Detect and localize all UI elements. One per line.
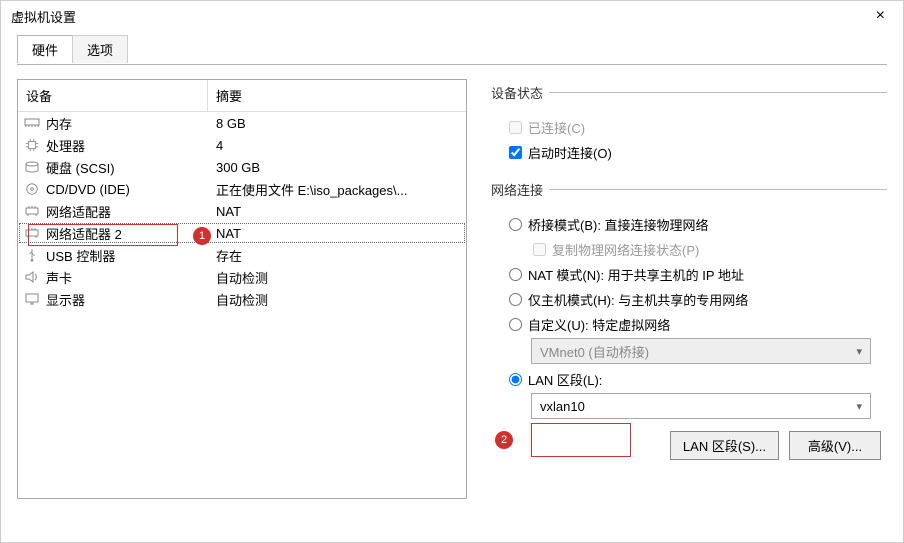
window-title: 虚拟机设置 <box>11 7 868 26</box>
chevron-down-icon: ▾ <box>856 400 862 413</box>
device-summary: NAT <box>208 204 466 219</box>
opt-bridged: 桥接模式(B): 直接连接物理网络 <box>509 215 887 234</box>
device-row[interactable]: 声卡 自动检测 <box>18 266 466 288</box>
device-summary: 自动检测 <box>208 290 466 309</box>
label-hostonly[interactable]: 仅主机模式(H): 与主机共享的专用网络 <box>528 290 748 309</box>
annotation-badge-1: 1 <box>193 227 211 245</box>
usb-icon <box>24 248 40 262</box>
opt-lansegment: LAN 区段(L): <box>509 370 887 389</box>
checkbox-replicate <box>533 243 546 256</box>
select-custom-vmnet: VMnet0 (自动桥接) ▾ <box>531 338 871 364</box>
cpu-icon <box>24 138 40 152</box>
col-header-device[interactable]: 设备 <box>18 80 208 111</box>
device-name: 处理器 <box>46 136 85 155</box>
label-connect-power-on[interactable]: 启动时连接(O) <box>528 143 612 162</box>
advanced-button[interactable]: 高级(V)... <box>789 431 881 460</box>
device-row[interactable]: 网络适配器 NAT <box>18 200 466 222</box>
memory-icon <box>24 116 40 130</box>
device-summary: 300 GB <box>208 160 466 175</box>
lan-segments-button[interactable]: LAN 区段(S)... <box>670 431 779 460</box>
sound-icon <box>24 270 40 284</box>
col-header-summary[interactable]: 摘要 <box>208 80 466 111</box>
device-table: 设备 摘要 内存 8 GB 处理器 4 硬盘 (SCSI) 300 GB CD/DVD (I… <box>17 79 467 499</box>
radio-hostonly[interactable] <box>509 293 522 306</box>
select-custom-value: VMnet0 (自动桥接) <box>540 342 649 361</box>
device-state-legend: 设备状态 <box>491 83 549 102</box>
network-connection-legend: 网络连接 <box>491 180 549 199</box>
device-name: 网络适配器 <box>46 202 111 221</box>
device-summary: 自动检测 <box>208 268 466 287</box>
device-row[interactable]: 硬盘 (SCSI) 300 GB <box>18 156 466 178</box>
tab-hardware[interactable]: 硬件 <box>17 35 73 63</box>
device-summary: 4 <box>208 138 466 153</box>
opt-replicate: 复制物理网络连接状态(P) <box>533 240 887 259</box>
device-summary: 存在 <box>208 246 466 265</box>
label-custom[interactable]: 自定义(U): 特定虚拟网络 <box>528 315 670 334</box>
device-panel: 设备 摘要 内存 8 GB 处理器 4 硬盘 (SCSI) 300 GB CD/DVD (I… <box>17 79 467 499</box>
tab-options[interactable]: 选项 <box>72 35 128 63</box>
device-state-group: 设备状态 已连接(C) 启动时连接(O) <box>491 83 887 166</box>
opt-nat: NAT 模式(N): 用于共享主机的 IP 地址 <box>509 265 887 284</box>
disk-icon <box>24 160 40 174</box>
content: 设备 摘要 内存 8 GB 处理器 4 硬盘 (SCSI) 300 GB CD/DVD (I… <box>1 63 903 515</box>
device-name: CD/DVD (IDE) <box>46 182 130 197</box>
select-lansegment-value: vxlan10 <box>540 399 585 414</box>
network-connection-group: 网络连接 桥接模式(B): 直接连接物理网络 复制物理网络连接状态(P) NAT… <box>491 180 887 460</box>
titlebar: 虚拟机设置 × <box>1 1 903 31</box>
device-name: 声卡 <box>46 268 72 287</box>
device-row[interactable]: 处理器 4 <box>18 134 466 156</box>
net-icon <box>24 204 40 218</box>
device-table-header: 设备 摘要 <box>18 80 466 112</box>
opt-custom: 自定义(U): 特定虚拟网络 <box>509 315 887 334</box>
opt-hostonly: 仅主机模式(H): 与主机共享的专用网络 <box>509 290 887 309</box>
tabs: 硬件 选项 <box>17 35 903 63</box>
device-row[interactable]: USB 控制器 存在 <box>18 244 466 266</box>
radio-lansegment[interactable] <box>509 373 522 386</box>
radio-custom[interactable] <box>509 318 522 331</box>
label-replicate: 复制物理网络连接状态(P) <box>552 240 699 259</box>
device-table-body: 内存 8 GB 处理器 4 硬盘 (SCSI) 300 GB CD/DVD (IDE) 正在使… <box>18 112 466 310</box>
radio-nat[interactable] <box>509 268 522 281</box>
display-icon <box>24 292 40 306</box>
opt-connected: 已连接(C) <box>509 118 887 137</box>
device-name: 显示器 <box>46 290 85 309</box>
device-row[interactable]: 网络适配器 2 NAT <box>18 222 466 244</box>
device-summary: 正在使用文件 E:\iso_packages\... <box>208 180 466 199</box>
device-name: 网络适配器 2 <box>46 224 122 243</box>
device-name: 硬盘 (SCSI) <box>46 158 115 177</box>
settings-panel: 设备状态 已连接(C) 启动时连接(O) 网络连接 桥接模式(B): 直接连接物… <box>491 79 887 499</box>
vm-settings-window: 虚拟机设置 × 硬件 选项 设备 摘要 内存 8 GB 处理器 4 硬盘 (SCSI) 3… <box>0 0 904 543</box>
device-row[interactable]: CD/DVD (IDE) 正在使用文件 E:\iso_packages\... <box>18 178 466 200</box>
device-name: USB 控制器 <box>46 246 115 265</box>
cd-icon <box>24 182 40 196</box>
net-icon <box>24 226 40 240</box>
device-summary: NAT <box>208 226 466 241</box>
checkbox-connected <box>509 121 522 134</box>
label-lansegment[interactable]: LAN 区段(L): <box>528 370 602 389</box>
device-name: 内存 <box>46 114 72 133</box>
radio-bridged[interactable] <box>509 218 522 231</box>
button-row: LAN 区段(S)... 高级(V)... <box>491 431 887 460</box>
close-icon[interactable]: × <box>868 7 893 25</box>
device-row[interactable]: 显示器 自动检测 <box>18 288 466 310</box>
chevron-down-icon: ▾ <box>856 345 862 358</box>
device-row[interactable]: 内存 8 GB <box>18 112 466 134</box>
label-nat[interactable]: NAT 模式(N): 用于共享主机的 IP 地址 <box>528 265 744 284</box>
annotation-badge-2: 2 <box>495 431 513 449</box>
device-summary: 8 GB <box>208 116 466 131</box>
label-connected: 已连接(C) <box>528 118 585 137</box>
select-lansegment[interactable]: vxlan10 ▾ <box>531 393 871 419</box>
opt-connect-power-on: 启动时连接(O) <box>509 143 887 162</box>
label-bridged[interactable]: 桥接模式(B): 直接连接物理网络 <box>528 215 709 234</box>
checkbox-connect-power-on[interactable] <box>509 146 522 159</box>
tab-divider <box>17 64 887 65</box>
